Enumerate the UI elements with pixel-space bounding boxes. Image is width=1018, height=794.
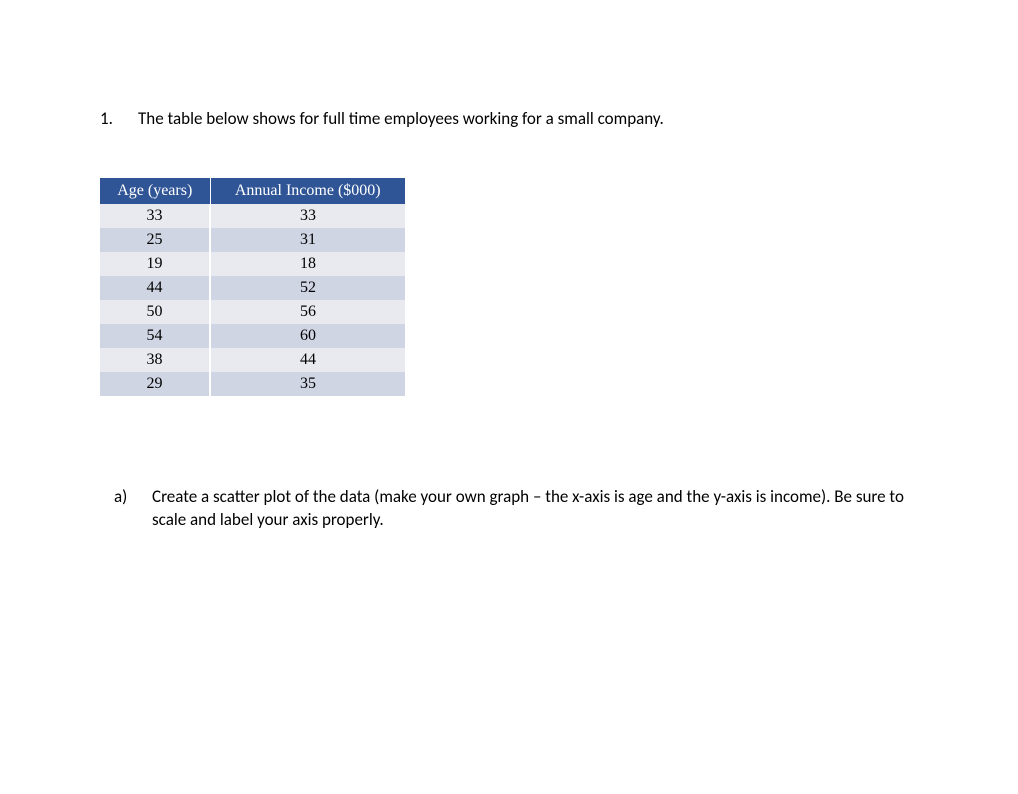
sub-question-text: Create a scatter plot of the data (make … xyxy=(152,486,918,532)
header-age: Age (years) xyxy=(100,178,210,204)
table-row: 50 56 xyxy=(100,300,405,324)
sub-question-label: a) xyxy=(114,486,134,532)
sub-question-a: a) Create a scatter plot of the data (ma… xyxy=(100,486,918,532)
cell-income: 18 xyxy=(210,252,405,276)
table-row: 29 35 xyxy=(100,372,405,396)
table-row: 44 52 xyxy=(100,276,405,300)
cell-income: 44 xyxy=(210,348,405,372)
cell-age: 33 xyxy=(100,204,210,228)
question-text: The table below shows for full time empl… xyxy=(138,108,664,130)
cell-income: 60 xyxy=(210,324,405,348)
header-income: Annual Income ($000) xyxy=(210,178,405,204)
cell-income: 31 xyxy=(210,228,405,252)
cell-age: 50 xyxy=(100,300,210,324)
table-row: 33 33 xyxy=(100,204,405,228)
cell-income: 33 xyxy=(210,204,405,228)
table-row: 25 31 xyxy=(100,228,405,252)
question-1: 1. The table below shows for full time e… xyxy=(100,108,918,130)
cell-age: 29 xyxy=(100,372,210,396)
table-row: 38 44 xyxy=(100,348,405,372)
table-row: 54 60 xyxy=(100,324,405,348)
table-header-row: Age (years) Annual Income ($000) xyxy=(100,178,405,204)
cell-age: 25 xyxy=(100,228,210,252)
cell-age: 19 xyxy=(100,252,210,276)
cell-age: 54 xyxy=(100,324,210,348)
cell-income: 56 xyxy=(210,300,405,324)
cell-income: 52 xyxy=(210,276,405,300)
table-row: 19 18 xyxy=(100,252,405,276)
cell-age: 38 xyxy=(100,348,210,372)
question-number: 1. xyxy=(100,108,120,130)
cell-income: 35 xyxy=(210,372,405,396)
cell-age: 44 xyxy=(100,276,210,300)
employee-data-table: Age (years) Annual Income ($000) 33 33 2… xyxy=(100,178,405,396)
